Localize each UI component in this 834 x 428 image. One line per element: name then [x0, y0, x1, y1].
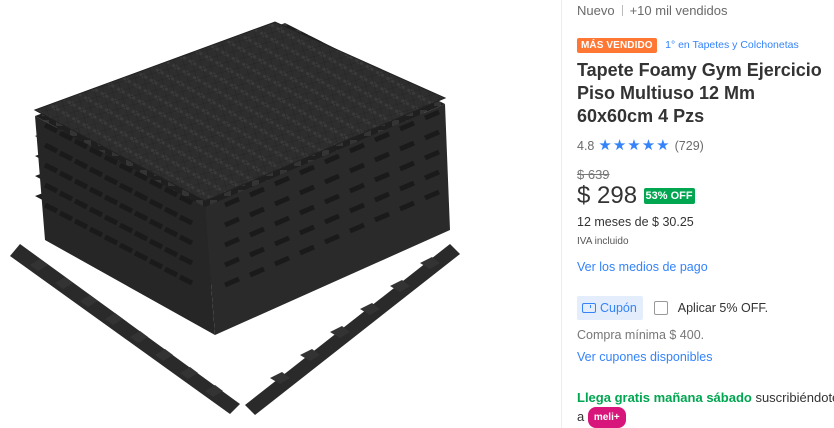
rating-summary[interactable]: 4.8 ★★★★★ (729) [577, 136, 704, 154]
coupon-button-label: Cupón [600, 301, 637, 315]
original-price: $ 639 [577, 167, 610, 182]
current-price: $ 298 [577, 182, 638, 209]
condition-label: Nuevo [577, 3, 615, 18]
coupon-row: Cupón Aplicar 5% OFF. [577, 296, 768, 320]
product-image-gallery[interactable] [0, 0, 560, 428]
coupon-min-purchase: Compra mínima $ 400. [577, 328, 705, 342]
review-count: (729) [674, 139, 704, 153]
meta-separator [621, 5, 623, 16]
coupon-icon [582, 303, 596, 313]
discount-badge: 53% OFF [643, 188, 695, 204]
star-rating-icon: ★★★★★ [598, 137, 671, 154]
free-shipping-text: Llega gratis mañana sábado [577, 390, 752, 405]
payment-methods-link[interactable]: Ver los medios de pago [577, 260, 708, 274]
product-title: Tapete Foamy Gym Ejercicio Piso Multiuso… [577, 60, 822, 126]
tax-note: IVA incluido [577, 236, 629, 247]
installments-text: 12 meses de $ 30.25 [577, 215, 694, 229]
column-divider [561, 0, 562, 428]
apply-coupon-label[interactable]: Aplicar 5% OFF. [678, 301, 768, 315]
apply-coupon-checkbox[interactable] [654, 301, 669, 315]
shipping-info: Llega gratis mañana sábado suscribiéndot… [577, 388, 834, 428]
price-row: $ 298 53% OFF [577, 182, 695, 210]
coupon-button[interactable]: Cupón [577, 296, 643, 320]
product-info-panel: Nuevo +10 mil vendidos MÁS VENDIDO 1° en … [577, 0, 834, 428]
best-seller-row: MÁS VENDIDO 1° en Tapetes y Colchonetas [577, 35, 799, 53]
product-meta: Nuevo +10 mil vendidos [577, 3, 728, 18]
category-rank-link[interactable]: 1° en Tapetes y Colchonetas [665, 39, 799, 51]
view-coupons-link[interactable]: Ver cupones disponibles [577, 350, 713, 364]
rating-value: 4.8 [577, 139, 595, 153]
meli-plus-badge[interactable]: meli+ [587, 407, 626, 428]
sold-count: +10 mil vendidos [629, 3, 728, 18]
best-seller-badge: MÁS VENDIDO [577, 38, 657, 53]
product-image [10, 21, 460, 415]
